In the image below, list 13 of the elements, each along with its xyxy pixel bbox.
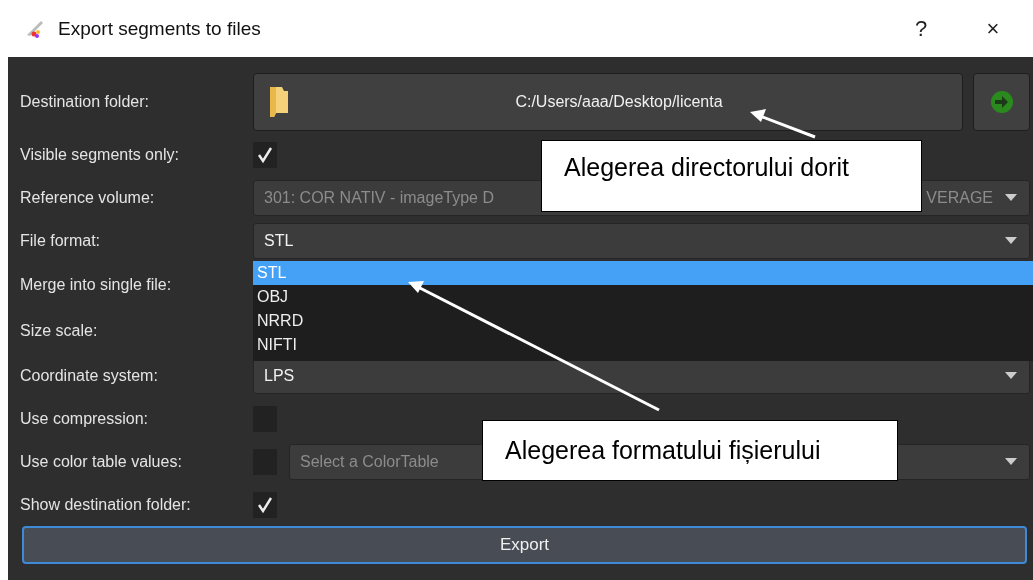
field-label: Visible segments only: <box>20 145 180 164</box>
callout-tooltip: Alegerea formatului fișierului <box>482 420 898 481</box>
field-label: Use compression: <box>20 409 150 428</box>
window-title: Export segments to files <box>58 17 261 40</box>
field-label: Coordinate system: <box>20 366 159 385</box>
field-label: Destination folder: <box>20 93 150 111</box>
callout-tooltip: Alegerea directorului dorit <box>541 140 922 212</box>
field-label: Merge into single file: <box>20 276 173 294</box>
field-label: Size scale: <box>20 322 99 340</box>
field-label: Show destination folder: <box>20 495 192 514</box>
field-label: Use color table values: <box>20 452 183 471</box>
field-label: Reference volume: <box>20 188 156 207</box>
field-label: File format: <box>20 231 101 250</box>
